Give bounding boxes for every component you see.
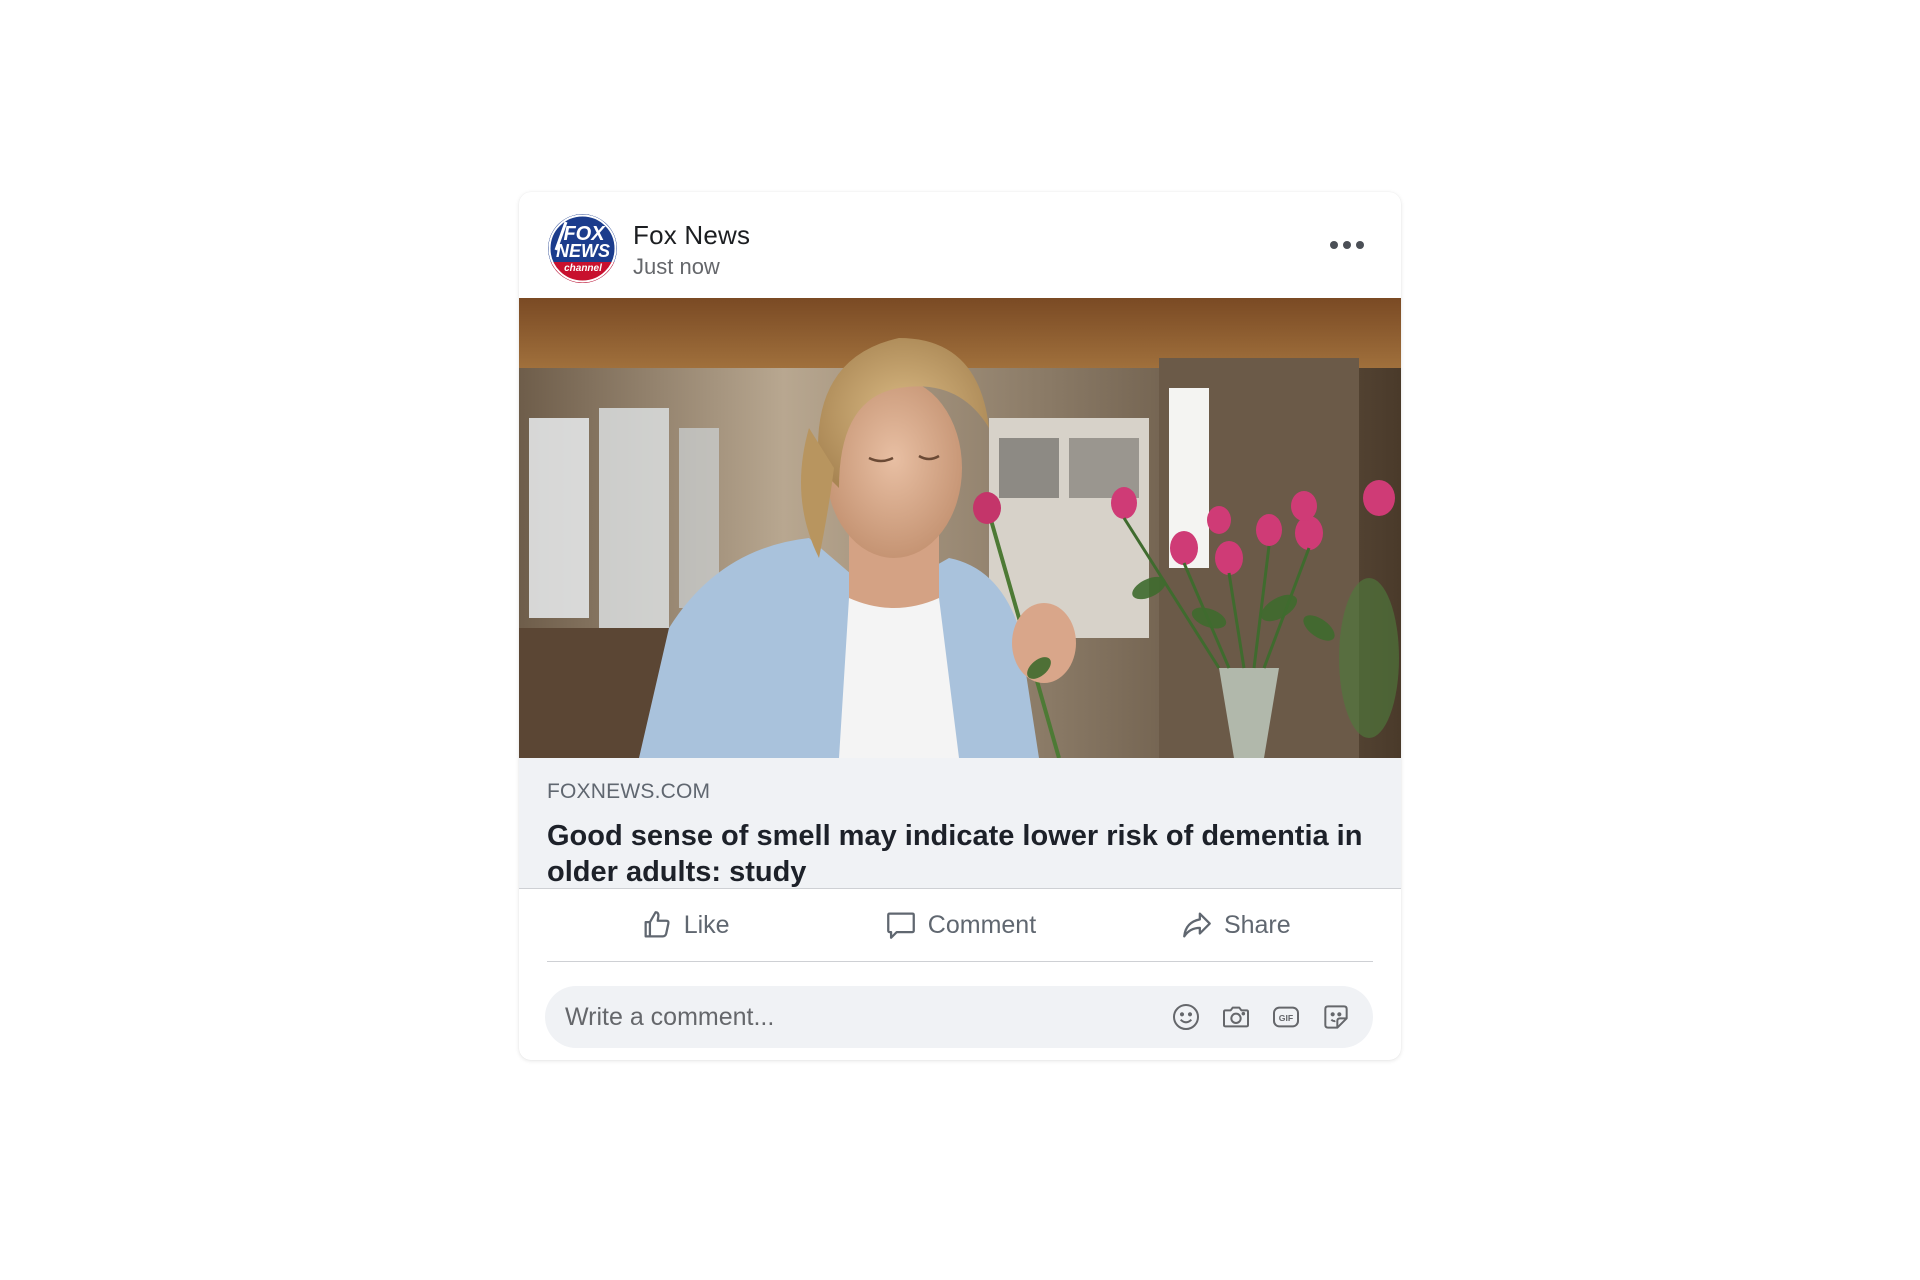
share-label: Share bbox=[1223, 910, 1291, 939]
comment-tools: GIF bbox=[1169, 1000, 1353, 1034]
author-name[interactable]: Fox News bbox=[633, 220, 750, 251]
logo-line3: channel bbox=[564, 263, 602, 274]
like-label: Like bbox=[683, 910, 730, 939]
camera-icon bbox=[1223, 1006, 1249, 1028]
comment-button[interactable]: Comment bbox=[822, 889, 1097, 961]
svg-text:GIF: GIF bbox=[1279, 1013, 1293, 1023]
share-button[interactable]: Share bbox=[1098, 889, 1373, 961]
link-title[interactable]: Good sense of smell may indicate lower r… bbox=[547, 818, 1377, 890]
comment-label: Comment bbox=[927, 910, 1037, 939]
post-timestamp[interactable]: Just now bbox=[633, 254, 720, 280]
sticker-icon bbox=[1324, 1005, 1348, 1029]
more-horizontal-icon bbox=[1330, 241, 1338, 249]
action-bar: Like Comment Share bbox=[547, 889, 1373, 962]
link-domain: FOXNEWS.COM bbox=[547, 780, 711, 803]
link-preview[interactable]: FOXNEWS.COM Good sense of smell may indi… bbox=[519, 758, 1401, 889]
photo-button[interactable] bbox=[1219, 1000, 1253, 1034]
sticker-button[interactable] bbox=[1319, 1000, 1353, 1034]
post-photo bbox=[519, 298, 1401, 758]
comment-input[interactable] bbox=[545, 986, 1165, 1048]
fox-news-logo: FOX NEWS channel bbox=[548, 214, 617, 283]
more-dot bbox=[1343, 241, 1351, 249]
post-card: FOX NEWS channel Fox News Just now FOXNE… bbox=[519, 192, 1401, 1060]
comment-bubble-icon bbox=[886, 912, 915, 939]
more-dot bbox=[1356, 241, 1364, 249]
gif-icon: GIF bbox=[1273, 1006, 1299, 1028]
gif-button[interactable]: GIF bbox=[1269, 1000, 1303, 1034]
emoji-icon bbox=[1173, 1004, 1199, 1030]
emoji-button[interactable] bbox=[1169, 1000, 1203, 1034]
logo-line2: NEWS bbox=[556, 241, 610, 261]
comment-composer: GIF bbox=[545, 986, 1373, 1048]
post-header: FOX NEWS channel Fox News Just now bbox=[519, 192, 1401, 298]
avatar[interactable]: FOX NEWS channel bbox=[548, 214, 617, 283]
share-arrow-icon bbox=[1183, 912, 1211, 938]
thumbs-up-icon bbox=[644, 911, 670, 938]
more-options-button[interactable] bbox=[1323, 230, 1371, 260]
like-button[interactable]: Like bbox=[547, 889, 822, 961]
post-image[interactable] bbox=[519, 298, 1401, 758]
